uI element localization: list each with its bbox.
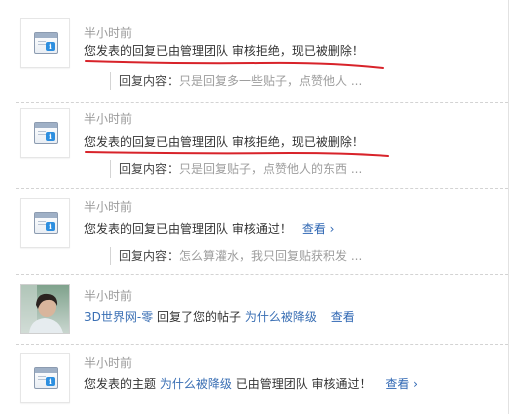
view-link[interactable]: 查看 ›: [385, 377, 418, 391]
notice-message: 您发表的主题 为什么被降级 已由管理团队 审核通过！ 查看 ›: [84, 376, 418, 392]
notice-time: 半小时前: [84, 26, 133, 40]
user-link[interactable]: 3D世界网-零: [84, 310, 153, 324]
notice-item: i 半小时前 您发表的回复已由管理团队 审核通过！ 查看 › 回复内容：怎么算灌水…: [0, 189, 508, 275]
system-notice-icon: i: [20, 353, 70, 403]
reply-quote: 回复内容：只是回复多一些贴子，点赞他人 ...: [110, 72, 362, 90]
avatar-image: [21, 285, 69, 333]
system-notice-icon: i: [20, 108, 70, 158]
notice-message-text: 您发表的回复已由管理团队 审核通过！: [84, 222, 292, 236]
notice-message: 您发表的回复已由管理团队 审核拒绝，现已被删除！: [84, 135, 364, 149]
view-link[interactable]: 查看 ›: [302, 222, 335, 236]
notice-text-before: 您发表的主题: [84, 377, 157, 391]
notice-item: 半小时前 3D世界网-零 回复了您的帖子 为什么被降级 查看: [0, 275, 508, 345]
system-notice-icon: i: [20, 18, 70, 68]
reply-quote-text[interactable]: 怎么算灌水，我只回复贴获积发 ...: [179, 249, 362, 263]
notice-time: 半小时前: [84, 112, 133, 126]
reply-quote: 回复内容：怎么算灌水，我只回复贴获积发 ...: [110, 247, 362, 265]
panel-right-border: [508, 0, 509, 414]
notice-message: 您发表的回复已由管理团队 审核拒绝，现已被删除！: [84, 44, 364, 58]
thread-link[interactable]: 为什么被降级: [160, 377, 232, 391]
reply-quote: 回复内容：只是回复贴子，点赞他人的东西 ...: [110, 160, 362, 178]
reply-quote-text[interactable]: 只是回复多一些贴子，点赞他人 ...: [179, 74, 362, 88]
notice-message: 您发表的回复已由管理团队 审核通过！ 查看 ›: [84, 221, 334, 237]
reply-quote-text[interactable]: 只是回复贴子，点赞他人的东西 ...: [179, 162, 362, 176]
thread-link[interactable]: 为什么被降级: [245, 310, 317, 324]
user-avatar[interactable]: [20, 284, 70, 334]
notice-item: i 半小时前 您发表的回复已由管理团队 审核拒绝，现已被删除！ 回复内容：只是回…: [0, 103, 508, 189]
action-text: 回复了您的帖子: [157, 310, 242, 324]
notice-text-after: 已由管理团队 审核通过！: [235, 377, 372, 391]
notice-item: i 半小时前 您发表的主题 为什么被降级 已由管理团队 审核通过！ 查看 ›: [0, 345, 508, 414]
notice-time: 半小时前: [84, 356, 133, 370]
notice-time: 半小时前: [84, 200, 133, 214]
notice-message: 3D世界网-零 回复了您的帖子 为什么被降级 查看: [84, 309, 355, 325]
reply-quote-label: 回复内容：: [119, 249, 180, 263]
system-notice-icon: i: [20, 198, 70, 248]
notice-item: i 半小时前 您发表的回复已由管理团队 审核拒绝，现已被删除！ 回复内容：只是回…: [0, 0, 508, 103]
reply-quote-label: 回复内容：: [119, 162, 180, 176]
reply-quote-label: 回复内容：: [119, 74, 180, 88]
view-link[interactable]: 查看: [331, 310, 355, 324]
notice-time: 半小时前: [84, 289, 133, 303]
